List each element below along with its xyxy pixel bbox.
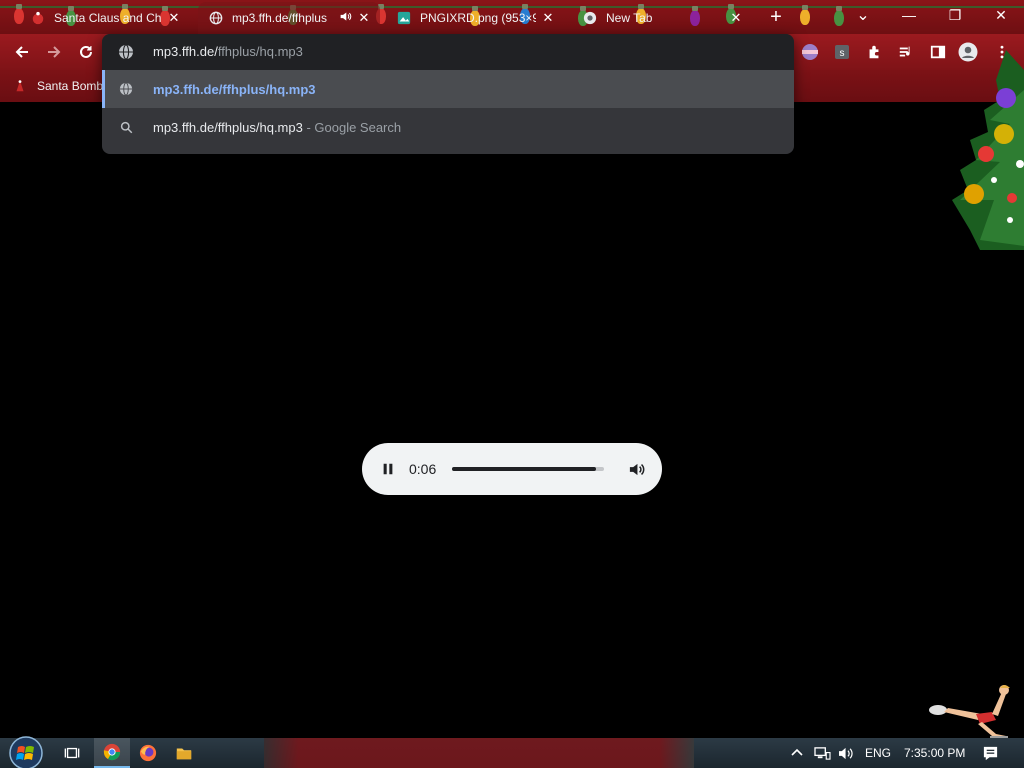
omnibox-dropdown: mp3.ffh.de/ffhplus/hq.mp3 mp3.ffh.de/ffh… <box>102 34 794 154</box>
forward-button[interactable] <box>40 38 68 66</box>
tab-title: mp3.ffh.de/ffhplus <box>232 11 327 25</box>
volume-icon <box>629 463 644 475</box>
suggestion-text: mp3.ffh.de/ffhplus/hq.mp3 <box>153 120 303 135</box>
firefox-icon <box>139 744 157 762</box>
tab-close-icon[interactable]: ✕ <box>728 10 744 26</box>
tab-pngixrd[interactable]: PNGIXRD.png (953×9 ✕ <box>386 2 564 34</box>
seek-bar-fill <box>452 467 597 471</box>
back-arrow-icon <box>15 46 28 58</box>
volume-tray-button[interactable] <box>838 738 855 768</box>
volume-button[interactable] <box>626 459 646 479</box>
side-panel-icon[interactable] <box>928 42 948 62</box>
bookmark-label: Santa Bomb <box>37 79 104 93</box>
globe-icon <box>118 81 134 97</box>
windows-taskbar: ENG 7:35:00 PM <box>0 736 1024 768</box>
clock[interactable]: 7:35:00 PM <box>904 738 965 768</box>
tab-strip: Santa Claus and Christ ✕ mp3.ffh.de/ffhp… <box>0 0 1024 34</box>
tab-santa-claus[interactable]: Santa Claus and Christ ✕ <box>20 2 190 34</box>
task-view-button[interactable] <box>54 738 90 768</box>
tab-title: Santa Claus and Christ <box>54 11 162 25</box>
show-hidden-icons-button[interactable] <box>790 738 804 768</box>
pause-icon <box>383 463 393 475</box>
current-time: 0:06 <box>409 461 437 477</box>
notification-icon <box>983 746 998 760</box>
network-tray-button[interactable] <box>814 738 831 768</box>
close-window-button[interactable]: ✕ <box>978 0 1024 30</box>
search-icon <box>118 119 134 135</box>
network-icon <box>814 746 831 760</box>
address-bar[interactable]: mp3.ffh.de/ffhplus/hq.mp3 <box>102 34 794 70</box>
taskbar-chrome-button[interactable] <box>94 738 130 768</box>
svg-text:s: s <box>840 48 845 59</box>
suggestion-google-search[interactable]: mp3.ffh.de/ffhplus/hq.mp3 - Google Searc… <box>102 108 794 146</box>
task-view-icon <box>64 747 80 759</box>
extensions-puzzle-icon[interactable] <box>864 42 884 62</box>
tab-new-tab[interactable]: New Tab ✕ <box>572 2 752 34</box>
speaker-icon <box>839 747 853 759</box>
chevron-up-icon <box>791 748 803 756</box>
seek-bar[interactable] <box>452 467 604 471</box>
santa-favicon-icon <box>30 10 46 26</box>
restore-button[interactable]: ❐ <box>932 0 978 30</box>
audio-player: 0:06 <box>362 443 662 495</box>
tab-close-icon[interactable]: ✕ <box>356 10 372 26</box>
reload-button[interactable] <box>72 38 100 66</box>
taskbar-background-thumbnail <box>264 738 694 768</box>
forward-arrow-icon <box>48 46 61 58</box>
s-extension-icon[interactable]: s <box>832 42 852 62</box>
globe-icon <box>208 10 224 26</box>
typed-text: mp3.ffh.de/ <box>153 44 218 59</box>
skater-figure-decoration <box>929 685 1010 738</box>
bookmark-santa-bomb[interactable]: Santa Bomb <box>12 76 103 96</box>
chrome-icon <box>582 10 598 26</box>
file-explorer-icon <box>176 748 192 760</box>
tab-title: PNGIXRD.png (953×9 <box>420 11 536 25</box>
chrome-icon <box>103 743 121 761</box>
suggestion-url[interactable]: mp3.ffh.de/ffhplus/hq.mp3 <box>102 70 794 108</box>
santa-favicon-icon <box>12 78 28 94</box>
speaker-icon[interactable] <box>339 10 352 26</box>
tab-close-icon[interactable]: ✕ <box>166 10 182 26</box>
back-button[interactable] <box>8 38 36 66</box>
christmas-tree-decoration <box>952 50 1024 250</box>
tab-search-button[interactable]: ⌄ <box>840 0 886 30</box>
language-indicator[interactable]: ENG <box>865 738 891 768</box>
media-control-icon[interactable] <box>896 42 916 62</box>
autocomplete-text: ffhplus/hq.mp3 <box>217 44 303 59</box>
tab-title: New Tab <box>606 11 653 25</box>
taskbar-firefox-button[interactable] <box>130 738 166 768</box>
flag-extension-icon[interactable] <box>800 42 820 62</box>
address-text[interactable]: mp3.ffh.de/ffhplus/hq.mp3 <box>153 44 303 59</box>
tab-close-icon[interactable]: ✕ <box>540 10 556 26</box>
light-bulb <box>800 5 810 25</box>
new-tab-button[interactable]: + <box>766 7 786 27</box>
action-center-button[interactable] <box>982 738 999 768</box>
tab-mp3-ffh[interactable]: mp3.ffh.de/ffhplus ✕ <box>198 2 380 34</box>
image-favicon-icon <box>396 10 412 26</box>
suggestion-suffix: - Google Search <box>302 120 402 135</box>
windows-logo-icon <box>9 736 43 768</box>
minimize-button[interactable]: — <box>886 0 932 30</box>
reload-icon <box>80 45 92 58</box>
pause-button[interactable] <box>378 459 398 479</box>
taskbar-file-explorer-button[interactable] <box>166 738 202 768</box>
suggestion-text: mp3.ffh.de/ffhplus/hq.mp3 <box>153 82 316 97</box>
start-button[interactable] <box>8 736 44 768</box>
globe-icon <box>119 44 133 60</box>
